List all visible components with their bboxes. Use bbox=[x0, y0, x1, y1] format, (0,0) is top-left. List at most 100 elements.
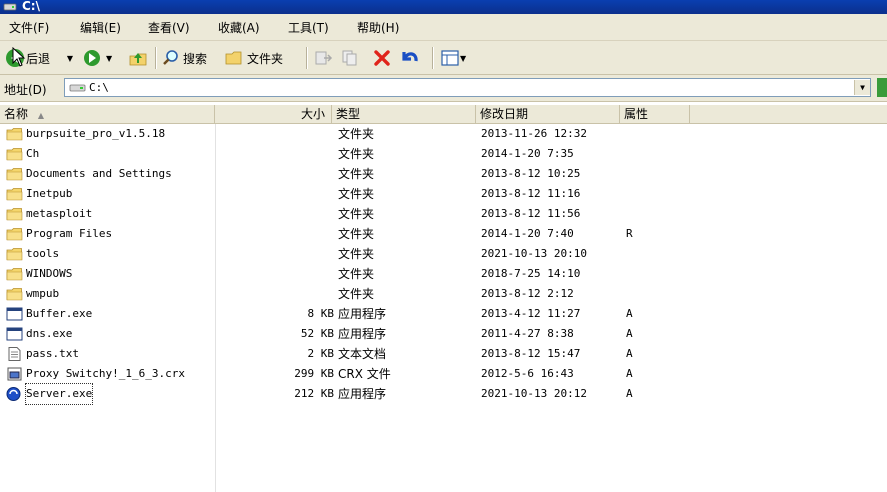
search-button-label: 搜索 bbox=[183, 51, 208, 66]
folder-icon bbox=[6, 228, 23, 241]
undo-icon bbox=[402, 52, 418, 62]
file-name: pass.txt bbox=[26, 347, 79, 360]
mouse-cursor-icon bbox=[12, 47, 26, 67]
file-modified: 2018-7-25 14:10 bbox=[481, 267, 581, 280]
file-attributes: A bbox=[626, 347, 633, 360]
file-row[interactable]: metasploit 文件夹 2013-8-12 11:56 bbox=[0, 204, 887, 224]
folder-icon bbox=[6, 128, 23, 141]
undo-button[interactable] bbox=[398, 47, 420, 69]
file-name: Documents and Settings bbox=[26, 167, 172, 180]
file-modified: 2013-8-12 10:25 bbox=[481, 167, 581, 180]
file-name: WINDOWS bbox=[26, 267, 73, 280]
move-to-icon bbox=[315, 51, 333, 65]
column-header-size[interactable]: 大小 bbox=[215, 105, 332, 123]
search-icon bbox=[163, 50, 178, 65]
file-row[interactable]: WINDOWS 文件夹 2018-7-25 14:10 bbox=[0, 264, 887, 284]
file-name: Inetpub bbox=[26, 187, 73, 200]
file-row[interactable]: Documents and Settings 文件夹 2013-8-12 10:… bbox=[0, 164, 887, 184]
column-header-attributes[interactable]: 属性 bbox=[620, 105, 690, 123]
move-to-button[interactable] bbox=[314, 47, 334, 69]
file-row[interactable]: dns.exe 52 KB 应用程序 2011-4-27 8:38 A bbox=[0, 324, 887, 344]
column-header-name[interactable]: 名称 ▲ bbox=[0, 105, 215, 123]
copy-to-icon bbox=[342, 50, 357, 66]
copy-to-button[interactable] bbox=[340, 47, 360, 69]
address-input[interactable]: C:\ ▼ bbox=[64, 78, 871, 97]
toolbar-separator bbox=[306, 47, 308, 69]
forward-dropdown-button[interactable]: ▼ bbox=[106, 47, 116, 69]
folder-icon bbox=[6, 188, 23, 201]
file-type: 应用程序 bbox=[338, 307, 387, 321]
file-row[interactable]: Program Files 文件夹 2014-1-20 7:40 R bbox=[0, 224, 887, 244]
menu-help[interactable]: 帮助(H) bbox=[357, 19, 399, 36]
chevron-down-icon: ▼ bbox=[860, 83, 865, 92]
file-type: 文件夹 bbox=[338, 207, 375, 221]
file-type: CRX 文件 bbox=[338, 367, 391, 381]
folders-button[interactable]: 文件夹 bbox=[224, 47, 283, 69]
views-grid-icon bbox=[441, 50, 459, 66]
file-size: 299 KB bbox=[294, 367, 334, 380]
search-button[interactable]: 搜索 bbox=[162, 47, 207, 69]
file-row[interactable]: Inetpub 文件夹 2013-8-12 11:16 bbox=[0, 184, 887, 204]
menu-edit[interactable]: 编辑(E) bbox=[80, 19, 121, 36]
menu-tools[interactable]: 工具(T) bbox=[288, 19, 329, 36]
file-modified: 2013-11-26 12:32 bbox=[481, 127, 587, 140]
file-attributes: R bbox=[626, 227, 633, 240]
text-file-icon bbox=[8, 347, 21, 361]
column-header-modified[interactable]: 修改日期 bbox=[476, 105, 620, 123]
file-modified: 2021-10-13 20:12 bbox=[481, 387, 587, 400]
back-dropdown-button[interactable]: ▼ bbox=[64, 47, 76, 69]
file-row[interactable]: pass.txt 2 KB 文本文档 2013-8-12 15:47 A bbox=[0, 344, 887, 364]
address-dropdown-button[interactable]: ▼ bbox=[854, 80, 870, 95]
file-row[interactable]: tools 文件夹 2021-10-13 20:10 bbox=[0, 244, 887, 264]
file-type: 文件夹 bbox=[338, 167, 375, 181]
views-button[interactable]: ▼ bbox=[440, 47, 466, 69]
file-row[interactable]: burpsuite_pro_v1.5.18 文件夹 2013-11-26 12:… bbox=[0, 124, 887, 144]
folder-icon bbox=[6, 208, 23, 221]
file-size: 2 KB bbox=[307, 347, 335, 360]
file-type: 应用程序 bbox=[338, 387, 387, 401]
file-type: 文本文档 bbox=[338, 347, 387, 361]
address-bar: 地址(D) C:\ ▼ bbox=[0, 75, 887, 102]
menu-bar: 文件(F) 编辑(E) 查看(V) 收藏(A) 工具(T) 帮助(H) bbox=[0, 14, 887, 41]
up-folder-button[interactable] bbox=[128, 47, 148, 69]
toolbar: 后退 ▼ ▼ 搜索 文件夹 ▼ bbox=[0, 41, 887, 75]
file-type: 文件夹 bbox=[338, 267, 375, 281]
file-row[interactable]: Server.exe 212 KB 应用程序 2021-10-13 20:12 … bbox=[0, 383, 887, 405]
column-header-type[interactable]: 类型 bbox=[332, 105, 476, 123]
chevron-down-icon: ▼ bbox=[106, 53, 113, 63]
file-type: 文件夹 bbox=[338, 127, 375, 141]
file-attributes: A bbox=[626, 387, 633, 400]
file-type: 文件夹 bbox=[338, 227, 375, 241]
folders-icon bbox=[225, 51, 242, 65]
file-row[interactable]: wmpub 文件夹 2013-8-12 2:12 bbox=[0, 284, 887, 304]
file-row[interactable]: Proxy Switchy!_1_6_3.crx 299 KB CRX 文件 2… bbox=[0, 364, 887, 384]
file-attributes: A bbox=[626, 327, 633, 340]
file-type: 应用程序 bbox=[338, 327, 387, 341]
folder-icon bbox=[6, 248, 23, 261]
folder-icon bbox=[6, 148, 23, 161]
file-row[interactable]: Ch 文件夹 2014-1-20 7:35 bbox=[0, 144, 887, 164]
delete-button[interactable] bbox=[372, 47, 392, 69]
back-button-label: 后退 bbox=[26, 51, 51, 66]
folders-button-label: 文件夹 bbox=[247, 51, 284, 66]
menu-file[interactable]: 文件(F) bbox=[9, 19, 49, 36]
window-title: C:\ bbox=[22, 0, 40, 13]
window-title-bar[interactable]: C:\ bbox=[0, 0, 887, 14]
file-name: tools bbox=[26, 247, 60, 260]
column-header-attributes-label: 属性 bbox=[624, 107, 649, 121]
drive-icon bbox=[69, 84, 86, 92]
back-button[interactable]: 后退 bbox=[4, 47, 50, 69]
drive-icon bbox=[3, 3, 17, 11]
file-row[interactable]: Buffer.exe 8 KB 应用程序 2013-4-12 11:27 A bbox=[0, 304, 887, 324]
toolbar-separator bbox=[432, 47, 434, 69]
file-name: Proxy Switchy!_1_6_3.crx bbox=[26, 367, 185, 380]
forward-button[interactable] bbox=[82, 47, 102, 69]
menu-favorites[interactable]: 收藏(A) bbox=[218, 19, 260, 36]
folder-icon bbox=[6, 288, 23, 301]
forward-arrow-icon bbox=[84, 50, 100, 66]
file-name: Ch bbox=[26, 147, 40, 160]
file-type: 文件夹 bbox=[338, 187, 375, 201]
go-button[interactable] bbox=[877, 78, 887, 97]
file-size: 8 KB bbox=[307, 307, 335, 320]
menu-view[interactable]: 查看(V) bbox=[148, 19, 190, 36]
